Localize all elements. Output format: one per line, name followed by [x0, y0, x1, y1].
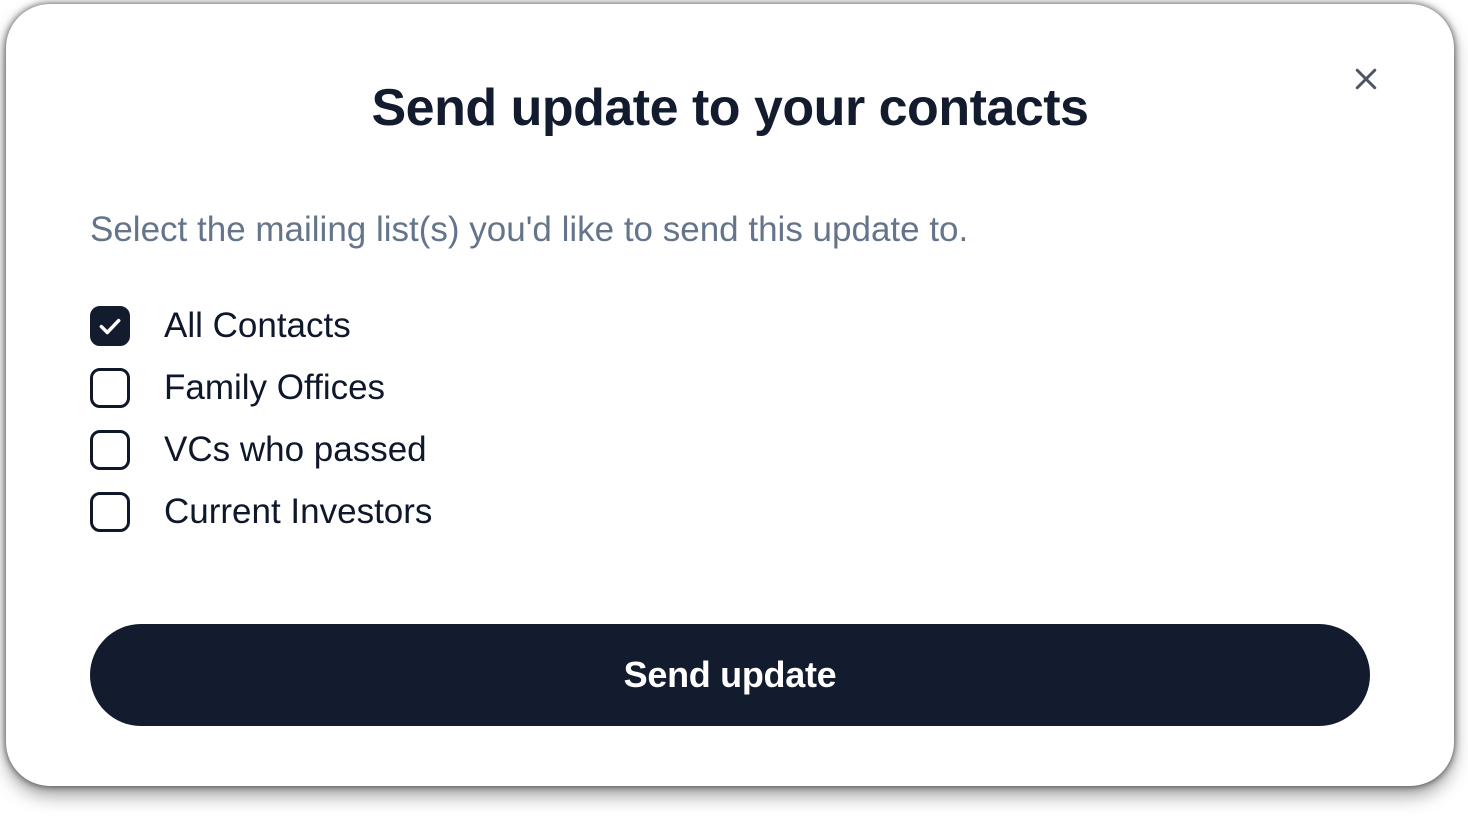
- checkbox-box: [90, 306, 130, 346]
- checkbox-label: VCs who passed: [164, 430, 427, 470]
- checkbox-label: Family Offices: [164, 368, 385, 408]
- check-icon: [97, 313, 123, 339]
- close-icon: [1351, 64, 1381, 97]
- checkbox-box: [90, 492, 130, 532]
- checkbox-item-vcs-who-passed[interactable]: VCs who passed: [90, 430, 1370, 470]
- checkbox-item-all-contacts[interactable]: All Contacts: [90, 306, 1370, 346]
- modal-title: Send update to your contacts: [90, 78, 1370, 138]
- send-update-modal: Send update to your contacts Select the …: [6, 4, 1454, 786]
- modal-subtitle: Select the mailing list(s) you'd like to…: [90, 210, 1370, 250]
- send-update-button[interactable]: Send update: [90, 624, 1370, 726]
- checkbox-item-current-investors[interactable]: Current Investors: [90, 492, 1370, 532]
- checkbox-item-family-offices[interactable]: Family Offices: [90, 368, 1370, 408]
- checkbox-box: [90, 430, 130, 470]
- checkbox-label: All Contacts: [164, 306, 351, 346]
- checkbox-box: [90, 368, 130, 408]
- mailing-list-options: All Contacts Family Offices VCs who pass…: [90, 306, 1370, 532]
- close-button[interactable]: [1346, 60, 1386, 100]
- checkbox-label: Current Investors: [164, 492, 432, 532]
